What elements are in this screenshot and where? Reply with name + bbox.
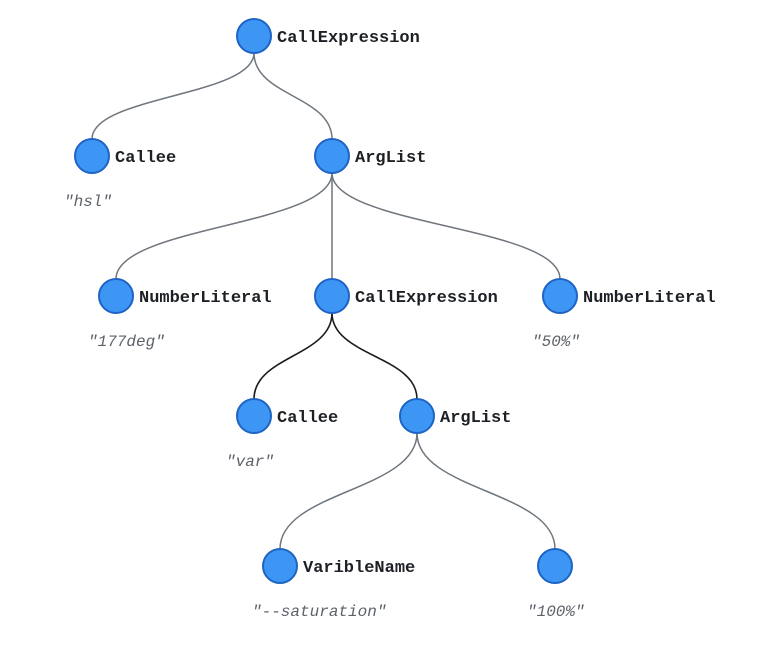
edge — [254, 53, 332, 139]
node-value: "--saturation" — [252, 603, 386, 621]
node-circle — [263, 549, 297, 583]
node-label: ArgList — [355, 149, 426, 168]
node-value: "100%" — [527, 603, 585, 621]
tree-node: "100%" — [527, 549, 585, 621]
node-value: "var" — [226, 453, 274, 471]
edge — [116, 173, 332, 279]
node-circle — [237, 19, 271, 53]
node-label: Callee — [115, 149, 176, 168]
node-value: "177deg" — [88, 333, 165, 351]
tree-node: VaribleName "--saturation" — [252, 549, 415, 621]
edge — [254, 313, 332, 399]
tree-node: CallExpression — [315, 279, 498, 313]
tree-node: ArgList — [315, 139, 426, 173]
node-value: "hsl" — [64, 193, 112, 211]
node-label: VaribleName — [303, 559, 415, 578]
nodes-layer: CallExpression Callee "hsl" ArgList NumberLi… — [64, 19, 716, 621]
node-label: ArgList — [440, 409, 511, 428]
edge — [280, 433, 417, 549]
node-label: NumberLiteral — [583, 289, 716, 308]
node-circle — [543, 279, 577, 313]
tree-node: Callee "hsl" — [64, 139, 176, 211]
edge — [332, 313, 417, 399]
edge — [92, 53, 254, 139]
node-label: CallExpression — [355, 289, 498, 308]
tree-node: ArgList — [400, 399, 511, 433]
node-label: Callee — [277, 409, 338, 428]
node-circle — [315, 139, 349, 173]
tree-node: NumberLiteral "50%" — [532, 279, 716, 351]
edge — [332, 173, 560, 279]
node-circle — [315, 279, 349, 313]
tree-node: NumberLiteral "177deg" — [88, 279, 272, 351]
node-circle — [75, 139, 109, 173]
node-circle — [538, 549, 572, 583]
node-label: CallExpression — [277, 29, 420, 48]
node-label: NumberLiteral — [139, 289, 272, 308]
edge — [417, 433, 555, 549]
tree-node: Callee "var" — [226, 399, 338, 471]
ast-tree-diagram: CallExpression Callee "hsl" ArgList NumberLi… — [0, 0, 757, 657]
node-circle — [400, 399, 434, 433]
node-value: "50%" — [532, 333, 580, 351]
tree-node: CallExpression — [237, 19, 420, 53]
node-circle — [99, 279, 133, 313]
node-circle — [237, 399, 271, 433]
